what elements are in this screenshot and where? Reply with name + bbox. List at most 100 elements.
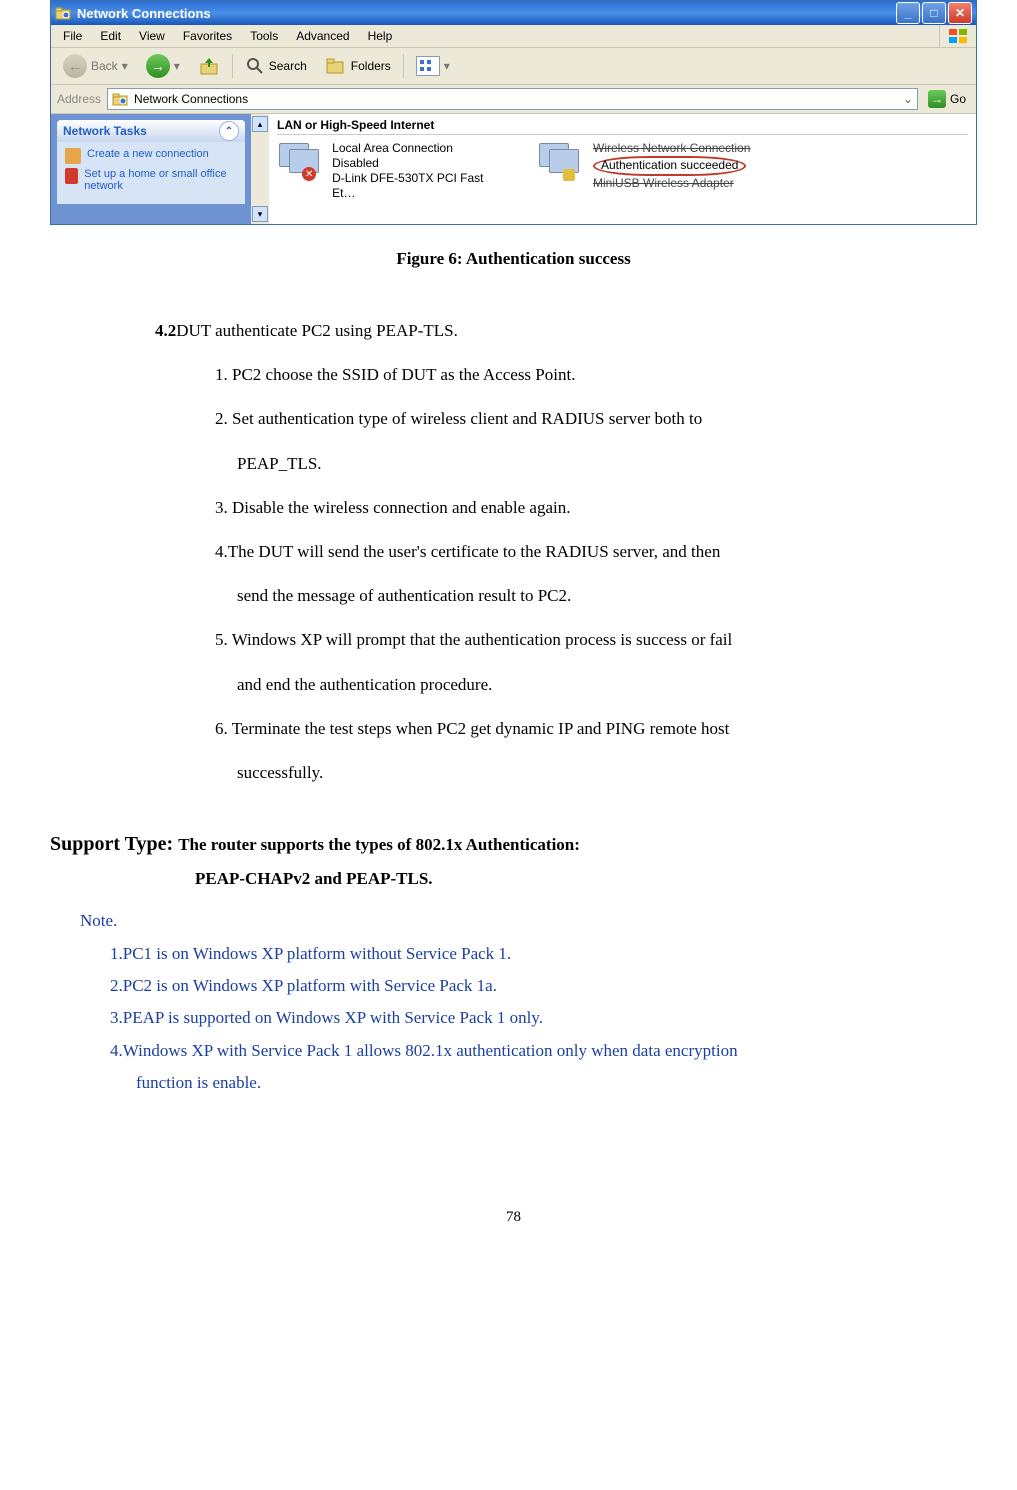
task-link-label: Set up a home or small office network bbox=[84, 168, 237, 192]
title-bar: Network Connections _ □ ✕ bbox=[51, 1, 976, 25]
toolbar: ← Back ▾ → ▾ Search bbox=[51, 48, 976, 85]
search-label: Search bbox=[269, 59, 307, 73]
forward-button[interactable]: → ▾ bbox=[140, 52, 186, 80]
step-6: 6. Terminate the test steps when PC2 get… bbox=[215, 707, 977, 751]
note-4: 4.Windows XP with Service Pack 1 allows … bbox=[110, 1035, 977, 1067]
search-icon bbox=[245, 56, 265, 76]
go-label: Go bbox=[950, 92, 966, 106]
step-4: 4.The DUT will send the user's certifica… bbox=[215, 530, 977, 574]
connections-area: LAN or High-Speed Internet ✕ Local Area … bbox=[269, 114, 976, 224]
menu-help[interactable]: Help bbox=[360, 27, 401, 45]
menu-tools[interactable]: Tools bbox=[242, 27, 286, 45]
group-header: LAN or High-Speed Internet bbox=[277, 118, 968, 135]
go-button[interactable]: → Go bbox=[924, 90, 970, 108]
step-1: 1. PC2 choose the SSID of DUT as the Acc… bbox=[215, 353, 977, 397]
views-button[interactable]: ▾ bbox=[410, 54, 456, 78]
note-header: Note. bbox=[80, 905, 977, 937]
section-title: DUT authenticate PC2 using PEAP-TLS. bbox=[176, 321, 458, 340]
step-2-cont: PEAP_TLS. bbox=[215, 442, 977, 486]
collapse-icon[interactable]: ⌃ bbox=[219, 121, 239, 141]
auth-highlight: Authentication succeeded bbox=[593, 156, 750, 176]
chevron-down-icon: ▾ bbox=[122, 59, 128, 73]
chevron-down-icon[interactable]: ⌄ bbox=[903, 92, 913, 106]
window-title: Network Connections bbox=[77, 6, 211, 21]
forward-arrow-icon: → bbox=[146, 54, 170, 78]
section-number: 4.2 bbox=[155, 321, 176, 340]
note-2: 2.PC2 is on Windows XP platform with Ser… bbox=[110, 970, 977, 1002]
connection-status: Disabled bbox=[332, 156, 507, 171]
note-4-cont: function is enable. bbox=[136, 1067, 977, 1099]
step-6-cont: successfully. bbox=[215, 751, 977, 795]
network-folder-icon bbox=[112, 91, 128, 107]
minimize-button[interactable]: _ bbox=[896, 2, 920, 24]
menu-edit[interactable]: Edit bbox=[92, 27, 129, 45]
tasks-header[interactable]: Network Tasks ⌃ bbox=[57, 120, 245, 142]
step-3: 3. Disable the wireless connection and e… bbox=[215, 486, 977, 530]
support-type-block: Support Type: The router supports the ty… bbox=[50, 825, 977, 1099]
page-number: 78 bbox=[50, 1209, 977, 1226]
support-type-body2: PEAP-CHAPv2 and PEAP-TLS. bbox=[195, 863, 977, 895]
lan-connection-icon: ✕ bbox=[277, 141, 324, 181]
maximize-button[interactable]: □ bbox=[922, 2, 946, 24]
menu-view[interactable]: View bbox=[131, 27, 173, 45]
network-folder-icon bbox=[55, 5, 71, 21]
toolbar-separator bbox=[403, 54, 404, 78]
folders-button[interactable]: Folders bbox=[319, 54, 397, 78]
wireless-connection-item[interactable]: Wireless Network Connection Authenticati… bbox=[537, 141, 767, 201]
go-arrow-icon: → bbox=[928, 90, 946, 108]
support-type-label: Support Type: bbox=[50, 833, 178, 855]
step-5-cont: and end the authentication procedure. bbox=[215, 663, 977, 707]
disabled-badge-icon: ✕ bbox=[302, 167, 316, 181]
task-create-connection[interactable]: Create a new connection bbox=[65, 148, 237, 164]
notes-list: 1.PC1 is on Windows XP platform without … bbox=[110, 938, 977, 1099]
menu-favorites[interactable]: Favorites bbox=[175, 27, 240, 45]
step-5: 5. Windows XP will prompt that the authe… bbox=[215, 618, 977, 662]
connection-name: Local Area Connection bbox=[332, 141, 507, 156]
tasks-header-label: Network Tasks bbox=[63, 124, 147, 138]
lan-connection-item[interactable]: ✕ Local Area Connection Disabled D-Link … bbox=[277, 141, 507, 201]
back-arrow-icon: ← bbox=[63, 54, 87, 78]
connection-status: Authentication succeeded bbox=[593, 156, 746, 176]
setup-network-icon bbox=[65, 168, 78, 184]
scroll-down-icon[interactable]: ▾ bbox=[252, 206, 268, 222]
wireless-connection-icon bbox=[537, 141, 585, 181]
menu-bar: File Edit View Favorites Tools Advanced … bbox=[51, 25, 976, 48]
lock-badge-icon bbox=[563, 169, 575, 181]
note-3: 3.PEAP is supported on Windows XP with S… bbox=[110, 1002, 977, 1034]
sidebar-scrollbar[interactable]: ▴ ▾ bbox=[251, 114, 269, 224]
toolbar-separator bbox=[232, 54, 233, 78]
windows-logo-icon bbox=[939, 25, 976, 47]
figure-caption: Figure 6: Authentication success bbox=[50, 249, 977, 269]
views-icon bbox=[416, 56, 440, 76]
support-type-body1: The router supports the types of 802.1x … bbox=[178, 835, 580, 854]
address-value: Network Connections bbox=[134, 92, 248, 106]
menu-file[interactable]: File bbox=[55, 27, 90, 45]
folders-icon bbox=[325, 56, 347, 76]
back-button[interactable]: ← Back ▾ bbox=[57, 52, 134, 80]
chevron-down-icon: ▾ bbox=[444, 59, 450, 73]
folders-label: Folders bbox=[351, 59, 391, 73]
task-link-label: Create a new connection bbox=[87, 148, 209, 160]
connection-device: D-Link DFE-530TX PCI Fast Et… bbox=[332, 171, 507, 201]
new-connection-icon bbox=[65, 148, 81, 164]
menu-advanced[interactable]: Advanced bbox=[288, 27, 357, 45]
close-button[interactable]: ✕ bbox=[948, 2, 972, 24]
connection-device: MiniUSB Wireless Adapter bbox=[593, 176, 750, 191]
up-button[interactable] bbox=[192, 53, 226, 79]
task-setup-network[interactable]: Set up a home or small office network bbox=[65, 168, 237, 192]
tasks-sidebar: Network Tasks ⌃ Create a new connection … bbox=[51, 114, 251, 224]
search-button[interactable]: Search bbox=[239, 54, 313, 78]
folder-up-icon bbox=[198, 55, 220, 77]
step-4-cont: send the message of authentication resul… bbox=[215, 574, 977, 618]
step-2: 2. Set authentication type of wireless c… bbox=[215, 397, 977, 441]
note-1: 1.PC1 is on Windows XP platform without … bbox=[110, 938, 977, 970]
address-label: Address bbox=[57, 92, 101, 106]
back-label: Back bbox=[91, 59, 118, 73]
address-field[interactable]: Network Connections ⌄ bbox=[107, 88, 918, 110]
client-area: Network Tasks ⌃ Create a new connection … bbox=[51, 114, 976, 224]
connection-name: Wireless Network Connection bbox=[593, 141, 750, 156]
network-connections-window: Network Connections _ □ ✕ File Edit View… bbox=[50, 0, 977, 225]
chevron-down-icon: ▾ bbox=[174, 59, 180, 73]
section-4-2: 4.2DUT authenticate PC2 using PEAP-TLS. … bbox=[155, 309, 977, 795]
scroll-up-icon[interactable]: ▴ bbox=[252, 116, 268, 132]
